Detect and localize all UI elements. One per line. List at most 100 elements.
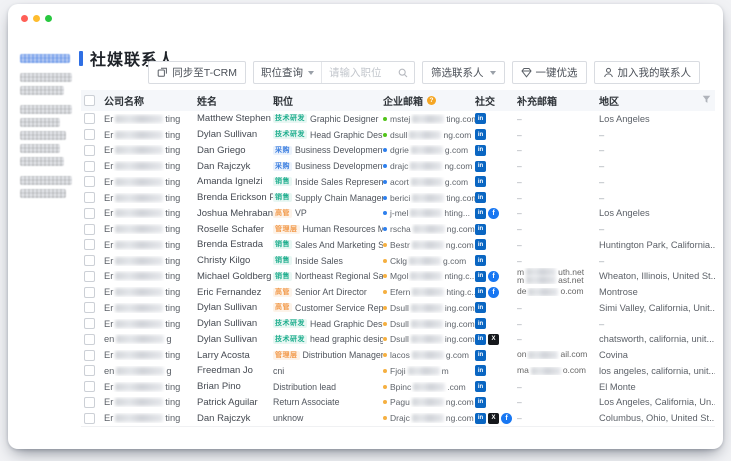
- contacts-table: 公司名称 姓名 职位 企业邮箱 ? 社交 补充邮箱 地区 ErtingMatth…: [81, 90, 715, 427]
- table-row[interactable]: ErtingJoshua Mehraban高管VPj-melhting...in…: [81, 206, 715, 222]
- table-row[interactable]: ErtingMatthew Stephen技术研发Graphic Designe…: [81, 111, 715, 127]
- email-cell: rschang.com: [383, 224, 475, 234]
- row-checkbox[interactable]: [84, 129, 95, 140]
- table-row[interactable]: ErtingDan RajczykunknowDrajcng.cominXf–C…: [81, 410, 715, 426]
- linkedin-icon[interactable]: in: [475, 176, 486, 187]
- search-icon[interactable]: [398, 68, 414, 78]
- filter-funnel-icon[interactable]: [702, 95, 711, 107]
- linkedin-icon[interactable]: in: [475, 287, 486, 298]
- linkedin-icon[interactable]: in: [475, 192, 486, 203]
- sidebar-item-redacted[interactable]: [20, 189, 66, 198]
- table-row[interactable]: ErtingLarry Acosta管理层Distribution Manage…: [81, 347, 715, 363]
- one-click-optimize-button[interactable]: 一键优选: [512, 61, 587, 84]
- social-cell: inX: [475, 334, 517, 345]
- table-row[interactable]: engFreedman JocniFjojiminmao.comlos ange…: [81, 363, 715, 379]
- redacted-text: [412, 414, 444, 422]
- table-row[interactable]: ErtingDylan Sullivan高管Customer Service R…: [81, 300, 715, 316]
- social-cell: in: [475, 365, 517, 376]
- table-row[interactable]: ErtingDan Rajczyk采购Business Development …: [81, 158, 715, 174]
- row-checkbox[interactable]: [84, 239, 95, 250]
- table-row[interactable]: ErtingDylan Sullivan技术研发Head Graphic Des…: [81, 316, 715, 332]
- linkedin-icon[interactable]: in: [475, 208, 486, 219]
- linkedin-icon[interactable]: in: [475, 365, 486, 376]
- row-checkbox[interactable]: [84, 318, 95, 329]
- position-search-input[interactable]: [322, 67, 398, 79]
- facebook-icon[interactable]: f: [488, 271, 499, 282]
- table-row[interactable]: ErtingPatrick AguilarReturn AssociatePag…: [81, 395, 715, 411]
- table-row[interactable]: ErtingDan Griego采购Business Development .…: [81, 143, 715, 159]
- sidebar-item-redacted[interactable]: [20, 73, 72, 82]
- row-checkbox[interactable]: [84, 397, 95, 408]
- row-checkbox[interactable]: [84, 145, 95, 156]
- linkedin-icon[interactable]: in: [475, 224, 486, 235]
- x-icon[interactable]: X: [488, 334, 499, 345]
- table-row[interactable]: ErtingRoselle Schafer管理层Human Resources …: [81, 221, 715, 237]
- row-checkbox[interactable]: [84, 334, 95, 345]
- filter-contacts-dropdown[interactable]: 筛选联系人: [422, 61, 505, 84]
- row-checkbox[interactable]: [84, 224, 95, 235]
- sidebar-item-redacted[interactable]: [20, 86, 64, 95]
- sidebar-item-redacted[interactable]: [20, 176, 72, 185]
- facebook-icon[interactable]: f: [488, 208, 499, 219]
- linkedin-icon[interactable]: in: [475, 129, 486, 140]
- position-query-dropdown[interactable]: 职位查询: [254, 62, 321, 83]
- linkedin-icon[interactable]: in: [475, 302, 486, 313]
- coin-credit-icon[interactable]: ?: [427, 96, 436, 105]
- table-row[interactable]: ErtingDylan Sullivan技术研发Head Graphic Des…: [81, 127, 715, 143]
- linkedin-icon[interactable]: in: [475, 239, 486, 250]
- table-row[interactable]: ErtingBrenda Erickson Pe销售Supply Chain M…: [81, 190, 715, 206]
- row-checkbox[interactable]: [84, 413, 95, 424]
- sidebar-item-redacted[interactable]: [20, 144, 60, 153]
- row-checkbox[interactable]: [84, 381, 95, 392]
- table-row[interactable]: ErtingBrenda Estrada销售Sales And Marketin…: [81, 237, 715, 253]
- table-row[interactable]: ErtingMichael Goldberg销售Northeast Region…: [81, 269, 715, 285]
- table-row[interactable]: ErtingChristy Kilgo销售Inside SalesCklgg.c…: [81, 253, 715, 269]
- row-checkbox[interactable]: [84, 255, 95, 266]
- linkedin-icon[interactable]: in: [475, 350, 486, 361]
- sidebar-item-redacted[interactable]: [20, 131, 66, 140]
- x-icon[interactable]: X: [488, 413, 499, 424]
- row-checkbox[interactable]: [84, 287, 95, 298]
- linkedin-icon[interactable]: in: [475, 145, 486, 156]
- minimize-window-icon[interactable]: [33, 15, 40, 22]
- sidebar-item-redacted[interactable]: [20, 157, 64, 166]
- row-checkbox[interactable]: [84, 176, 95, 187]
- linkedin-icon[interactable]: in: [475, 161, 486, 172]
- sync-to-tcrm-button[interactable]: 同步至T-CRM: [148, 61, 246, 84]
- social-cell: in: [475, 318, 517, 329]
- row-checkbox[interactable]: [84, 350, 95, 361]
- email-status-dot: [383, 196, 387, 200]
- row-checkbox[interactable]: [84, 161, 95, 172]
- row-checkbox[interactable]: [84, 271, 95, 282]
- row-select-cell: [81, 381, 104, 392]
- linkedin-icon[interactable]: in: [475, 318, 486, 329]
- sidebar-item-redacted[interactable]: [20, 54, 70, 63]
- linkedin-icon[interactable]: in: [475, 271, 486, 282]
- table-row[interactable]: ErtingEric Fernandez高管Senior Art Directo…: [81, 284, 715, 300]
- sidebar-item-redacted[interactable]: [20, 118, 60, 127]
- row-checkbox[interactable]: [84, 365, 95, 376]
- linkedin-icon[interactable]: in: [475, 255, 486, 266]
- linkedin-icon[interactable]: in: [475, 113, 486, 124]
- email-cell: Dsulling.com: [383, 319, 475, 329]
- linkedin-icon[interactable]: in: [475, 334, 486, 345]
- table-row[interactable]: ErtingBrian PinoDistribution leadBpinc.c…: [81, 379, 715, 395]
- linkedin-icon[interactable]: in: [475, 397, 486, 408]
- row-checkbox[interactable]: [84, 192, 95, 203]
- row-checkbox[interactable]: [84, 208, 95, 219]
- position-search-group: 职位查询: [253, 61, 415, 84]
- close-window-icon[interactable]: [21, 15, 28, 22]
- row-checkbox[interactable]: [84, 113, 95, 124]
- table-row[interactable]: engDylan Sullivan技术研发head graphic design…: [81, 332, 715, 348]
- linkedin-icon[interactable]: in: [475, 413, 486, 424]
- sidebar-item-redacted[interactable]: [20, 105, 72, 114]
- row-checkbox[interactable]: [84, 302, 95, 313]
- extra-email-cell: –: [517, 319, 599, 329]
- facebook-icon[interactable]: f: [488, 287, 499, 298]
- table-row[interactable]: ErtingAmanda Ignelzi销售Inside Sales Repre…: [81, 174, 715, 190]
- select-all-checkbox[interactable]: [84, 95, 95, 106]
- add-to-my-contacts-button[interactable]: 加入我的联系人: [594, 61, 701, 84]
- linkedin-icon[interactable]: in: [475, 381, 486, 392]
- maximize-window-icon[interactable]: [45, 15, 52, 22]
- facebook-icon[interactable]: f: [501, 413, 512, 424]
